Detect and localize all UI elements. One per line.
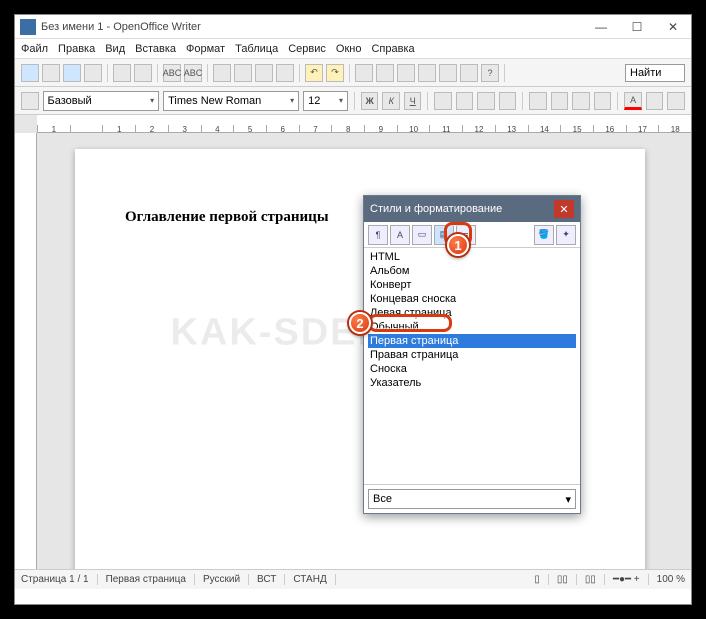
callout-2: 2	[349, 312, 371, 334]
view-book-icon[interactable]: ▯▯	[585, 574, 605, 585]
align-left-icon[interactable]	[434, 92, 452, 110]
close-button[interactable]: ✕	[655, 15, 691, 39]
spellcheck-icon[interactable]: ABC	[163, 64, 181, 82]
window-title: Без имени 1 - OpenOffice Writer	[41, 21, 583, 33]
zoom-icon[interactable]	[460, 64, 478, 82]
status-zoom[interactable]: 100 %	[657, 574, 685, 585]
brush-icon[interactable]	[276, 64, 294, 82]
menu-help[interactable]: Справка	[371, 43, 414, 55]
styles-panel: Стили и форматирование ✕ ¶ A ▭ ▤ ≡ 🪣 ✦ H…	[363, 195, 581, 514]
app-window: Без имени 1 - OpenOffice Writer — ☐ ✕ Фа…	[14, 14, 692, 605]
bgcolor-icon[interactable]	[667, 92, 685, 110]
app-icon	[20, 19, 36, 35]
autospell-icon[interactable]: ABC	[184, 64, 202, 82]
status-mode[interactable]: СТАНД	[293, 574, 335, 585]
align-justify-icon[interactable]	[499, 92, 517, 110]
list-item[interactable]: Сноска	[368, 362, 576, 376]
size-combo[interactable]: 12▾	[303, 91, 348, 111]
undo-icon[interactable]: ↶	[305, 64, 323, 82]
list-num-icon[interactable]	[529, 92, 547, 110]
menu-format[interactable]: Формат	[186, 43, 225, 55]
list-item[interactable]: Конверт	[368, 278, 576, 292]
save-icon[interactable]	[63, 64, 81, 82]
font-combo[interactable]: Times New Roman▾	[163, 91, 299, 111]
menu-table[interactable]: Таблица	[235, 43, 278, 55]
status-page: Страница 1 / 1	[21, 574, 98, 585]
view-multi-icon[interactable]: ▯▯	[557, 574, 577, 585]
italic-button[interactable]: К	[382, 92, 400, 110]
style-combo[interactable]: Базовый▾	[43, 91, 160, 111]
workspace: 1 12 34 56 78 910 1112 1314 1516 1718 Ог…	[15, 115, 691, 569]
list-item[interactable]: HTML	[368, 250, 576, 264]
align-center-icon[interactable]	[456, 92, 474, 110]
styles-icon[interactable]	[21, 92, 39, 110]
open-icon[interactable]	[42, 64, 60, 82]
styles-filter-combo[interactable]: Все▾	[368, 489, 576, 509]
minimize-button[interactable]: —	[583, 15, 619, 39]
new-style-icon[interactable]: ✦	[556, 225, 576, 245]
cut-icon[interactable]	[213, 64, 231, 82]
status-style[interactable]: Первая страница	[106, 574, 195, 585]
pdf-icon[interactable]	[113, 64, 131, 82]
menu-insert[interactable]: Вставка	[135, 43, 176, 55]
list-item[interactable]: Указатель	[368, 376, 576, 390]
styles-panel-toolbar: ¶ A ▭ ▤ ≡ 🪣 ✦	[364, 222, 580, 248]
draw-icon[interactable]	[397, 64, 415, 82]
menu-window[interactable]: Окно	[336, 43, 362, 55]
view-single-icon[interactable]: ▯	[534, 574, 549, 585]
bold-button[interactable]: Ж	[361, 92, 379, 110]
menu-view[interactable]: Вид	[105, 43, 125, 55]
styles-panel-titlebar[interactable]: Стили и форматирование ✕	[364, 196, 580, 222]
format-toolbar: Базовый▾ Times New Roman▾ 12▾ Ж К Ч A	[15, 87, 691, 115]
styles-close-icon[interactable]: ✕	[554, 200, 574, 218]
callout-1: 1	[447, 234, 469, 256]
styles-list[interactable]: HTML Альбом Конверт Концевая сноска Лева…	[364, 248, 580, 484]
hyperlink-icon[interactable]	[355, 64, 373, 82]
new-icon[interactable]	[21, 64, 39, 82]
help-icon[interactable]: ?	[481, 64, 499, 82]
styles-filter-area: Все▾	[364, 484, 580, 513]
underline-button[interactable]: Ч	[404, 92, 422, 110]
indent-dec-icon[interactable]	[572, 92, 590, 110]
list-bul-icon[interactable]	[551, 92, 569, 110]
list-item[interactable]: Правая страница	[368, 348, 576, 362]
align-right-icon[interactable]	[477, 92, 495, 110]
copy-icon[interactable]	[234, 64, 252, 82]
menubar: Файл Правка Вид Вставка Формат Таблица С…	[15, 39, 691, 59]
menu-edit[interactable]: Правка	[58, 43, 95, 55]
list-item[interactable]: Альбом	[368, 264, 576, 278]
status-insert[interactable]: ВСТ	[257, 574, 285, 585]
callout-ring-2	[368, 314, 452, 332]
vertical-ruler[interactable]	[15, 133, 37, 569]
zoom-slider[interactable]: ━●━ +	[613, 574, 649, 585]
print-icon[interactable]	[134, 64, 152, 82]
styles-panel-title: Стили и форматирование	[370, 203, 502, 215]
status-lang[interactable]: Русский	[203, 574, 249, 585]
standard-toolbar: ABC ABC ↶ ↷ ? Найти	[15, 59, 691, 87]
redo-icon[interactable]: ↷	[326, 64, 344, 82]
find-input[interactable]: Найти	[625, 64, 685, 82]
frame-styles-icon[interactable]: ▭	[412, 225, 432, 245]
horizontal-ruler[interactable]: 1 12 34 56 78 910 1112 1314 1516 1718	[37, 115, 691, 133]
paragraph-styles-icon[interactable]: ¶	[368, 225, 388, 245]
paste-icon[interactable]	[255, 64, 273, 82]
table-icon[interactable]	[376, 64, 394, 82]
menu-tools[interactable]: Сервис	[288, 43, 326, 55]
fill-format-icon[interactable]: 🪣	[534, 225, 554, 245]
email-icon[interactable]	[84, 64, 102, 82]
indent-inc-icon[interactable]	[594, 92, 612, 110]
char-styles-icon[interactable]: A	[390, 225, 410, 245]
gallery-icon[interactable]	[439, 64, 457, 82]
menu-file[interactable]: Файл	[21, 43, 48, 55]
maximize-button[interactable]: ☐	[619, 15, 655, 39]
statusbar: Страница 1 / 1 Первая страница Русский В…	[15, 569, 691, 589]
list-item[interactable]: Концевая сноска	[368, 292, 576, 306]
titlebar: Без имени 1 - OpenOffice Writer — ☐ ✕	[15, 15, 691, 39]
highlight-icon[interactable]	[646, 92, 664, 110]
list-item-selected[interactable]: Первая страница	[368, 334, 576, 348]
navigator-icon[interactable]	[418, 64, 436, 82]
font-color-icon[interactable]: A	[624, 92, 642, 110]
